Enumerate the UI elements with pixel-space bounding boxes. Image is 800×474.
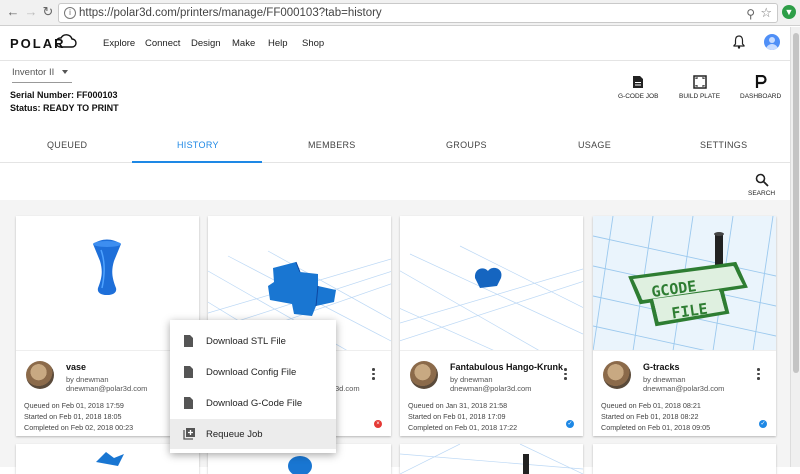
- bookmark-star-icon[interactable]: ☆: [760, 4, 772, 22]
- search-icon: [755, 173, 769, 187]
- model-thumbnail[interactable]: GCODE FILE: [593, 216, 776, 351]
- completed-time: Completed on Feb 01, 2018 17:22: [408, 423, 518, 432]
- forward-arrow-icon[interactable]: →: [24, 5, 38, 19]
- job-owner-email: dnewman@polar3d.com: [66, 384, 148, 393]
- avatar: [410, 361, 438, 389]
- job-card[interactable]: [400, 444, 583, 474]
- build-plate-button[interactable]: BUILD PLATE: [679, 75, 720, 100]
- serial-number: Serial Number: FF000103: [10, 90, 118, 100]
- gcode-job-label: G-CODE JOB: [618, 93, 659, 100]
- chevron-down-icon: [62, 70, 68, 74]
- job-owner: by dnewman: [66, 375, 109, 384]
- success-check-icon: ✓: [759, 420, 767, 428]
- job-owner-email: dnewman@polar3d.com: [643, 384, 725, 393]
- queued-time: Queued on Feb 01, 2018 17:59: [24, 401, 124, 410]
- tab-queued[interactable]: QUEUED: [47, 140, 87, 150]
- job-card[interactable]: [593, 444, 776, 474]
- scrollbar-thumb[interactable]: [793, 33, 799, 373]
- reload-icon[interactable]: ↻: [41, 5, 55, 19]
- browser-toolbar: ← → ↻ i https://polar3d.com/printers/man…: [0, 0, 800, 26]
- nav-connect[interactable]: Connect: [145, 38, 180, 49]
- file-icon: [184, 366, 193, 378]
- page-scrollbar[interactable]: [790, 27, 800, 467]
- nav-help[interactable]: Help: [268, 38, 288, 49]
- build-plate-label: BUILD PLATE: [679, 93, 721, 100]
- printer-select-value: Inventor II: [12, 67, 55, 78]
- download-config-menu-item[interactable]: Download Config File: [170, 357, 336, 387]
- dashboard-label: DASHBOARD: [740, 93, 782, 100]
- menu-item-label: Download STL File: [206, 336, 286, 347]
- more-vert-icon[interactable]: [372, 368, 376, 382]
- tab-settings[interactable]: SETTINGS: [700, 140, 747, 150]
- back-arrow-icon[interactable]: ←: [6, 5, 20, 19]
- menu-item-label: Requeue Job: [206, 429, 263, 440]
- extension-icon[interactable]: ▼: [782, 5, 796, 19]
- printer-tabs: QUEUED HISTORY MEMBERS GROUPS USAGE SETT…: [0, 127, 790, 163]
- more-vert-icon[interactable]: [757, 368, 761, 382]
- job-owner-email: dnewman@polar3d.com: [450, 384, 532, 393]
- tab-history[interactable]: HISTORY: [177, 140, 219, 150]
- printer-select[interactable]: Inventor II: [12, 67, 72, 83]
- file-icon: [633, 76, 644, 88]
- gcode-job-button[interactable]: G-CODE JOB: [618, 75, 658, 100]
- app-header: POLAR Explore Connect Design Make Help S…: [0, 27, 790, 61]
- job-title[interactable]: Fantabulous Hango-Krunk: [450, 362, 563, 372]
- user-avatar[interactable]: [764, 34, 780, 50]
- avatar: [26, 361, 54, 389]
- job-context-menu: Download STL File Download Config File D…: [170, 320, 336, 453]
- tab-groups[interactable]: GROUPS: [446, 140, 487, 150]
- polar-p-icon: [755, 75, 767, 88]
- completed-time: Completed on Feb 01, 2018 09:05: [601, 423, 711, 432]
- gcode-file-model-image: GCODE FILE: [593, 216, 776, 350]
- more-vert-icon[interactable]: [564, 368, 568, 382]
- notification-bell-icon[interactable]: [733, 35, 745, 49]
- started-time: Started on Feb 01, 2018 17:09: [408, 412, 506, 421]
- zoom-icon[interactable]: ⚲: [746, 5, 755, 23]
- started-time: Started on Feb 01, 2018 08:22: [601, 412, 699, 421]
- file-icon: [184, 397, 193, 409]
- file-icon: [184, 335, 193, 347]
- job-owner: by dnewman: [450, 375, 493, 384]
- job-card[interactable]: Fantabulous Hango-Krunk by dnewman dnewm…: [400, 216, 583, 436]
- queued-time: Queued on Jan 31, 2018 21:58: [408, 401, 508, 410]
- search-button[interactable]: SEARCH: [748, 173, 775, 197]
- add-to-queue-icon: [183, 428, 195, 440]
- printer-status: Status: READY TO PRINT: [10, 103, 119, 113]
- download-gcode-menu-item[interactable]: Download G-Code File: [170, 388, 336, 418]
- job-title[interactable]: G-tracks: [643, 362, 680, 372]
- nav-make[interactable]: Make: [232, 38, 255, 49]
- avatar: [603, 361, 631, 389]
- nav-explore[interactable]: Explore: [103, 38, 135, 49]
- address-bar[interactable]: i https://polar3d.com/printers/manage/FF…: [58, 3, 778, 23]
- download-stl-menu-item[interactable]: Download STL File: [170, 326, 336, 356]
- search-label: SEARCH: [748, 190, 776, 197]
- heart-model-image: [400, 245, 583, 350]
- job-title[interactable]: vase: [66, 362, 86, 372]
- menu-item-label: Download G-Code File: [206, 398, 303, 409]
- success-check-icon: ✓: [566, 420, 574, 428]
- model-thumbnail[interactable]: [400, 216, 583, 351]
- cloud-logo-icon[interactable]: [55, 33, 77, 49]
- build-plate-icon: [692, 75, 707, 89]
- tab-members[interactable]: MEMBERS: [308, 140, 356, 150]
- nav-design[interactable]: Design: [191, 38, 221, 49]
- dashboard-button[interactable]: DASHBOARD: [740, 75, 781, 100]
- info-icon[interactable]: i: [64, 7, 76, 19]
- menu-item-label: Download Config File: [206, 367, 297, 378]
- url-text: https://polar3d.com/printers/manage/FF00…: [79, 7, 382, 19]
- job-owner: by dnewman: [643, 375, 686, 384]
- job-card[interactable]: GCODE FILE G-tracks by dnewman dnewman@p…: [593, 216, 776, 436]
- completed-time: Completed on Feb 02, 2018 00:23: [24, 423, 134, 432]
- started-time: Started on Feb 01, 2018 18:05: [24, 412, 122, 421]
- requeue-job-menu-item[interactable]: Requeue Job: [170, 419, 336, 449]
- job-owner-email: 3d.com: [335, 384, 360, 393]
- model-thumbnail-partial: [400, 444, 583, 474]
- nav-shop[interactable]: Shop: [302, 38, 324, 49]
- active-tab-indicator: [132, 161, 262, 163]
- queued-time: Queued on Feb 01, 2018 08:21: [601, 401, 701, 410]
- tab-usage[interactable]: USAGE: [578, 140, 611, 150]
- failed-status-icon: ×: [374, 420, 382, 428]
- history-grid: vase by dnewman dnewman@polar3d.com Queu…: [0, 200, 790, 474]
